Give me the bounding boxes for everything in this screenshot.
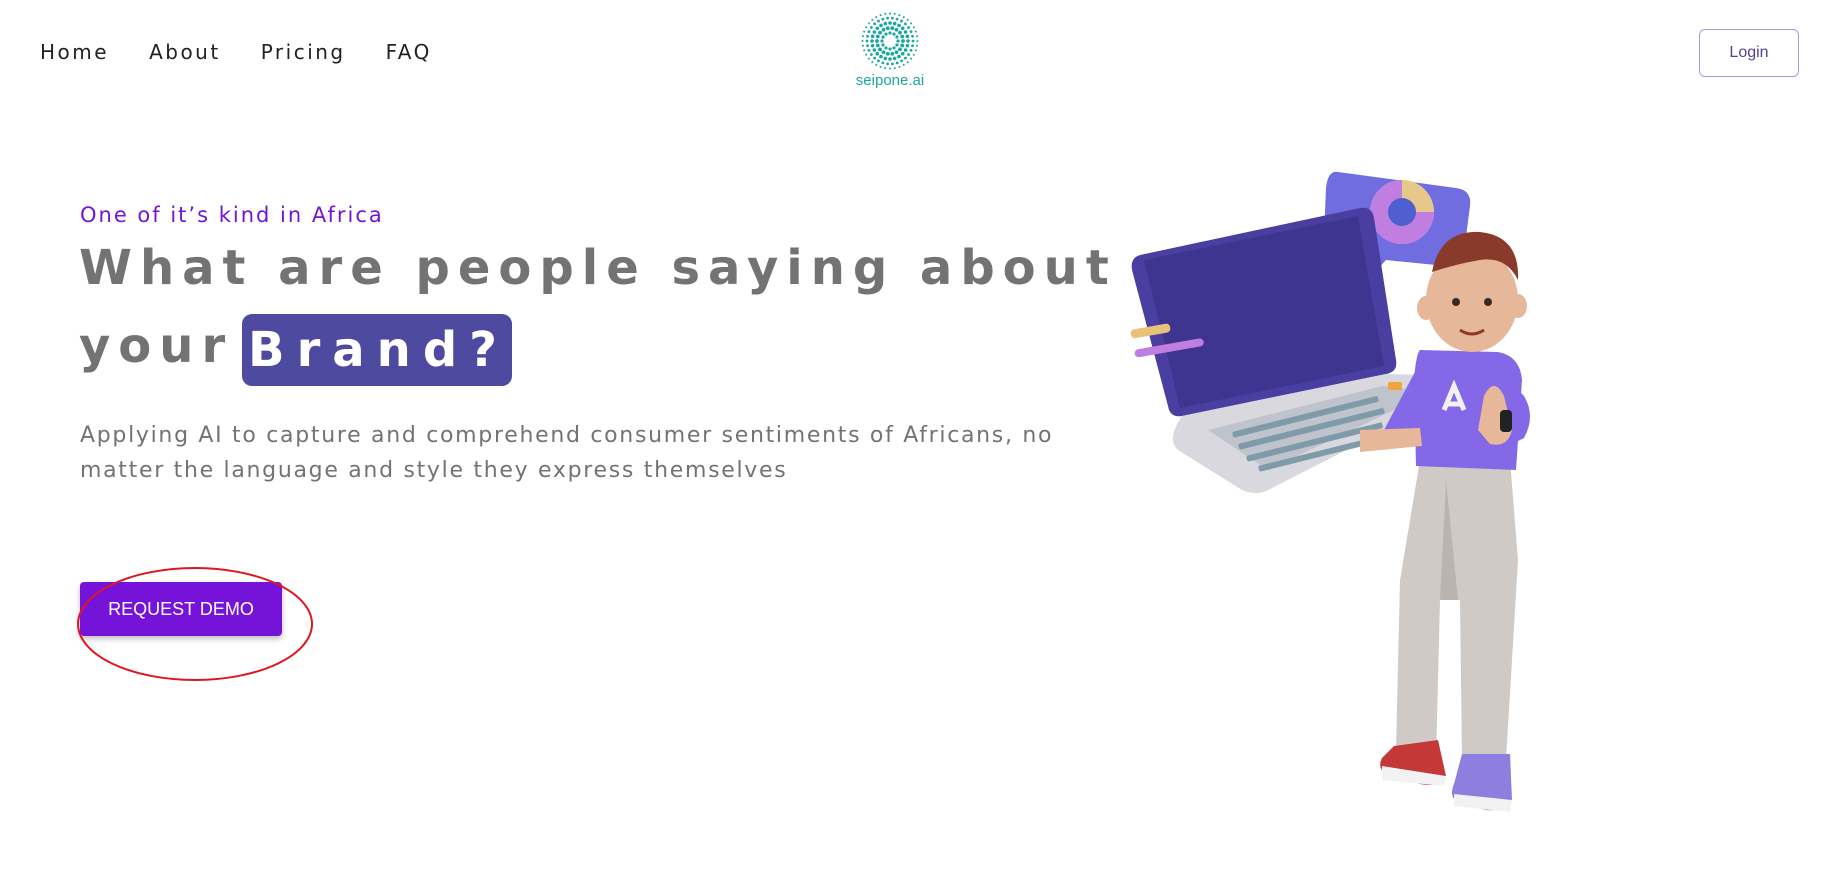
person-with-laptop-illustration <box>1130 171 1530 812</box>
dotted-circle-logo-icon <box>861 12 919 70</box>
site-logo[interactable]: seipone.ai <box>850 10 930 90</box>
brand-highlight-pill: Brand? <box>242 314 512 386</box>
nav-faq-link[interactable]: FAQ <box>386 40 432 64</box>
hero-subtitle: Applying AI to capture and comprehend co… <box>80 423 1054 483</box>
logo-text: seipone.ai <box>855 72 925 89</box>
landing-page: Home About Pricing FAQ seipone.ai Login … <box>0 0 1837 887</box>
hero-headline-line1: What are people saying about <box>79 240 1117 296</box>
request-demo-button[interactable]: REQUEST DEMO <box>80 582 282 636</box>
hero-tagline: One of it’s kind in Africa <box>80 203 384 227</box>
login-button[interactable]: Login <box>1699 29 1799 77</box>
main-nav: Home About Pricing FAQ <box>40 40 432 64</box>
hero-headline-line2-prefix: your <box>79 318 234 374</box>
nav-about-link[interactable]: About <box>149 40 221 64</box>
brand-highlight-text: Brand? <box>248 322 510 378</box>
nav-pricing-link[interactable]: Pricing <box>261 40 346 64</box>
nav-home-link[interactable]: Home <box>40 40 109 64</box>
